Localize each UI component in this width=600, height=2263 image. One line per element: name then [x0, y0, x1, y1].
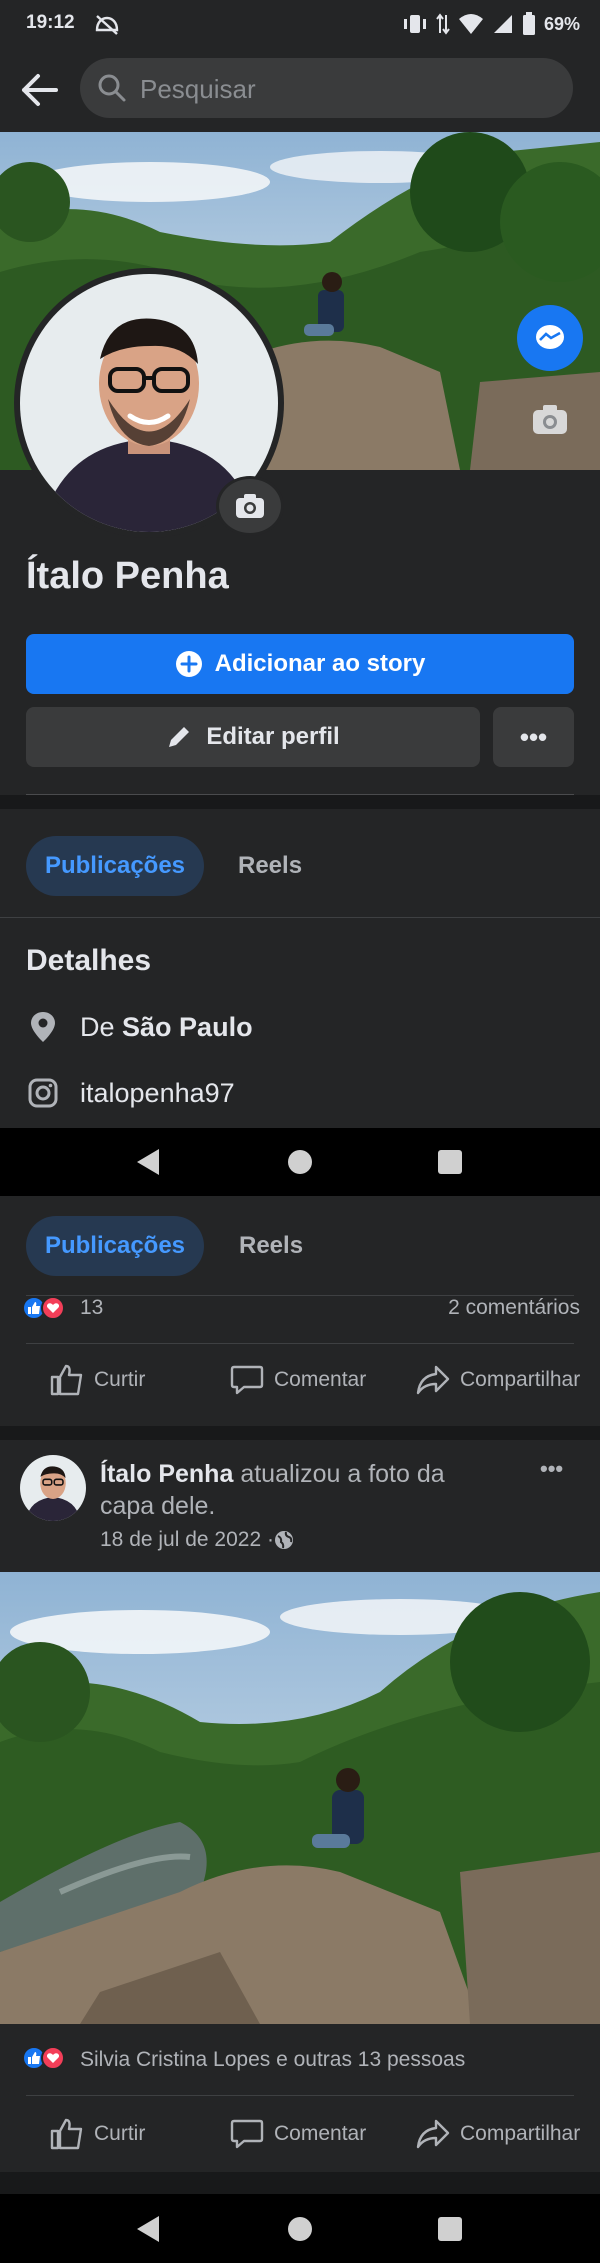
messenger-icon: [536, 325, 564, 349]
reaction-count[interactable]: 13: [80, 1296, 103, 1320]
post-header-text: Ítalo Penha atualizou a foto da capa dele…: [100, 1458, 500, 1522]
comment-button[interactable]: Comentar: [230, 2118, 366, 2150]
tab-posts-label: Publicações: [44, 1232, 186, 1259]
share-icon: [416, 2119, 450, 2149]
plus-circle-icon: [175, 651, 202, 677]
reaction-icons: [22, 2046, 65, 2070]
details-title: Detalhes: [26, 944, 152, 977]
love-reaction-icon: [41, 2046, 65, 2070]
profile-picture-camera-button[interactable]: [216, 476, 284, 536]
comment-label: Comentar: [274, 2122, 367, 2145]
section-gap: [0, 1426, 600, 1440]
wifi-icon: [458, 14, 483, 34]
share-label: Compartilhar: [460, 2122, 581, 2145]
status-time: 19:12: [26, 12, 75, 33]
camera-icon: [236, 494, 264, 518]
post-meta: 18 de jul de 2022 ·: [100, 1528, 294, 1552]
post-author-name[interactable]: Ítalo Penha: [100, 1460, 233, 1488]
tab-posts[interactable]: Publicações: [26, 836, 204, 896]
tab-reels-label: Reels: [238, 852, 303, 879]
reaction-icons: [22, 1296, 65, 1320]
location-row: De São Paulo: [80, 1012, 253, 1043]
location-city[interactable]: São Paulo: [122, 1012, 253, 1042]
nav-back-icon[interactable]: [137, 1149, 159, 1175]
tab-reels[interactable]: Reels: [238, 852, 302, 880]
vibrate-icon: [403, 15, 426, 33]
comment-icon: [230, 1365, 264, 1395]
share-label: Compartilhar: [460, 1368, 581, 1391]
share-button[interactable]: Compartilhar: [416, 1364, 580, 1396]
battery-icon: [522, 12, 535, 35]
divider: [26, 2095, 574, 2096]
nav-back-icon[interactable]: [137, 2216, 159, 2242]
profile-name: Ítalo Penha: [26, 555, 229, 597]
post-action-text: atualizou a foto da: [233, 1460, 445, 1488]
messenger-button[interactable]: [517, 305, 583, 371]
comment-icon: [230, 2119, 264, 2149]
tab-posts-label: Publicações: [44, 852, 186, 879]
tab-posts[interactable]: Publicações: [26, 1216, 204, 1276]
love-reaction-icon: [41, 1296, 65, 1320]
like-button[interactable]: Curtir: [50, 1364, 145, 1396]
like-label: Curtir: [94, 2122, 146, 2145]
battery-percent: 69%: [543, 13, 580, 34]
status-icons: 69%: [402, 12, 580, 36]
reactions-summary[interactable]: Silvia Cristina Lopes e outras 13 pessoa…: [80, 2048, 465, 2072]
thumbs-up-icon: [50, 1364, 83, 1396]
location-pin-icon: [31, 1012, 55, 1042]
post-more-button[interactable]: •••: [540, 1456, 563, 1482]
instagram-icon: [28, 1078, 58, 1108]
tab-reels-label: Reels: [239, 1232, 304, 1259]
tab-reels[interactable]: Reels: [239, 1232, 303, 1260]
add-to-story-button[interactable]: Adicionar ao story: [26, 634, 574, 694]
more-options-label: •••: [519, 721, 548, 752]
section-gap: [0, 2172, 600, 2194]
divider: [26, 1343, 574, 1344]
back-arrow-icon[interactable]: [18, 70, 62, 110]
edit-profile-button[interactable]: Editar perfil: [26, 707, 480, 767]
post-action-text-cont: capa dele.: [100, 1492, 216, 1520]
search-icon: [98, 74, 126, 102]
search-placeholder: Pesquisar: [140, 74, 256, 104]
nav-home-icon[interactable]: [288, 2217, 312, 2241]
nav-home-icon[interactable]: [288, 1150, 312, 1174]
like-button[interactable]: Curtir: [50, 2118, 145, 2150]
section-gap: [0, 795, 600, 809]
post-author-avatar[interactable]: [20, 1455, 86, 1521]
nav-recents-icon[interactable]: [438, 1150, 462, 1174]
post-photo[interactable]: [0, 1572, 600, 2024]
data-arrows-icon: [436, 13, 450, 35]
post-date[interactable]: 18 de jul de 2022 ·: [100, 1528, 274, 1552]
post-more-label: •••: [540, 1456, 564, 1481]
globe-icon: [274, 1531, 293, 1549]
pencil-icon: [169, 727, 190, 747]
like-label: Curtir: [94, 1368, 146, 1391]
do-not-disturb-icon: [95, 15, 119, 35]
cover-camera-icon[interactable]: [530, 402, 570, 438]
add-to-story-label: Adicionar ao story: [214, 650, 426, 677]
comment-label: Comentar: [274, 1368, 367, 1391]
signal-icon: [493, 15, 512, 33]
share-icon: [416, 1365, 450, 1395]
comments-count[interactable]: 2 comentários: [448, 1296, 580, 1320]
location-prefix: De: [80, 1012, 123, 1042]
more-options-button[interactable]: •••: [493, 707, 574, 767]
nav-recents-icon[interactable]: [438, 2217, 462, 2241]
share-button[interactable]: Compartilhar: [416, 2118, 580, 2150]
comment-button[interactable]: Comentar: [230, 1364, 366, 1396]
thumbs-up-icon: [50, 2118, 83, 2150]
edit-profile-label: Editar perfil: [206, 723, 340, 750]
instagram-handle[interactable]: italopenha97: [80, 1078, 235, 1109]
